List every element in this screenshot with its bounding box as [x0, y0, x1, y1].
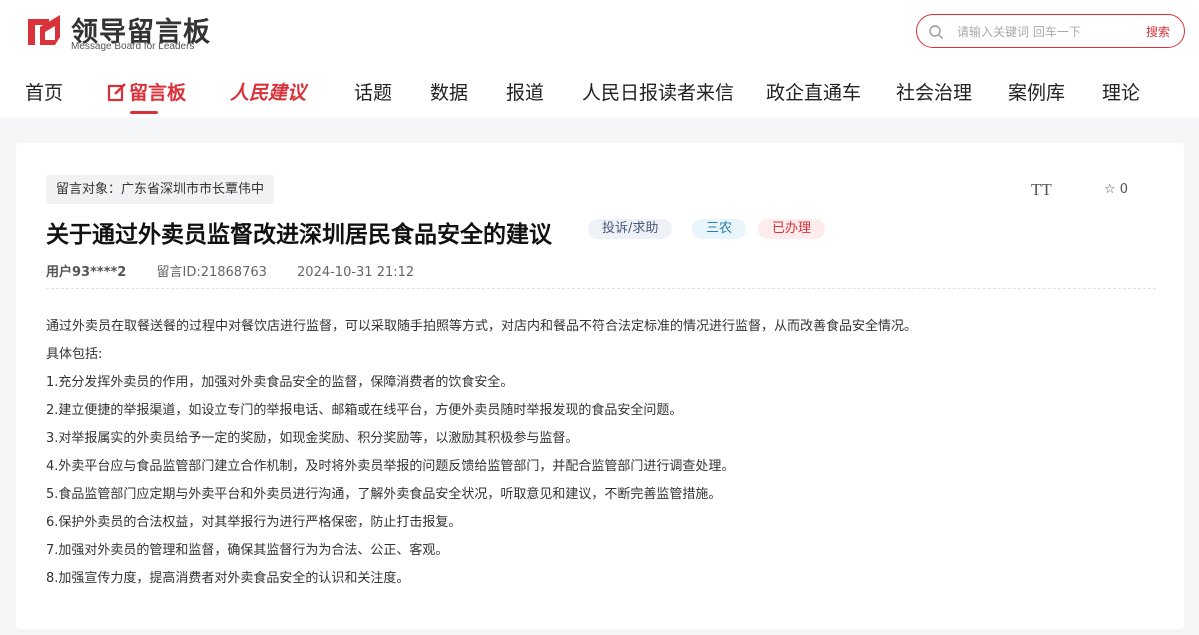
nav-item-home[interactable]: 首页	[25, 78, 63, 105]
status-badge: 已办理	[758, 219, 826, 239]
nav-item-case-library[interactable]: 案例库	[1008, 78, 1065, 105]
content-paragraph: 1.充分发挥外卖员的作用，加强对外卖食品安全的监督，保障消费者的饮食安全。	[46, 375, 514, 390]
nav-item-enterprise[interactable]: 政企直通车	[766, 78, 861, 105]
site-header: 领导留言板 Message Board for Leaders 搜索 首页 留言…	[0, 0, 1199, 118]
favorite-button[interactable]: ☆ 0	[1104, 182, 1128, 197]
content-paragraph: 7.加强对外卖员的管理和监督，确保其监督行为为合法、公正、客观。	[46, 543, 449, 558]
favorite-count: 0	[1119, 182, 1129, 197]
message-date: 2024-10-31 21:12	[297, 265, 415, 280]
main-nav: 首页 留言板 人民建议 话题 数据 报道 人民日报读者来信 政企直通车 社会治理…	[0, 78, 1199, 118]
logo-mark-icon	[28, 15, 60, 45]
search-input[interactable]	[955, 21, 1134, 43]
message-title: 关于通过外卖员监督改进深圳居民食品安全的建议	[46, 222, 552, 248]
content-paragraph: 通过外卖员在取餐送餐的过程中对餐饮店进行监督，可以采取随手拍照等方式，对店内和餐…	[46, 319, 918, 334]
content-paragraph: 3.对举报属实的外卖员给予一定的奖励，如现金奖励、积分奖励等，以激励其积极参与监…	[46, 431, 579, 446]
message-user: 用户93****2	[46, 265, 127, 280]
logo-subtitle: Message Board for Leaders	[71, 41, 195, 52]
font-size-icon[interactable]: TT	[1031, 180, 1052, 200]
edit-icon	[107, 83, 126, 102]
nav-item-theory[interactable]: 理论	[1102, 78, 1140, 105]
content-paragraph: 具体包括:	[46, 347, 103, 362]
nav-item-data[interactable]: 数据	[430, 78, 468, 105]
content-paragraph: 5.食品监管部门应定期与外卖平台和外卖员进行沟通，了解外卖食品安全状况，听取意见…	[46, 487, 722, 502]
star-icon: ☆	[1104, 182, 1116, 197]
nav-item-label: 留言板	[129, 82, 187, 104]
tag-category[interactable]: 投诉/求助	[588, 219, 673, 239]
search-icon	[929, 25, 943, 39]
content-paragraph: 8.加强宣传力度，提高消费者对外卖食品安全的认识和关注度。	[46, 571, 410, 586]
message-card: 留言对象：广东省深圳市市长覃伟中 TT ☆ 0 关于通过外卖员监督改进深圳居民食…	[16, 143, 1184, 629]
nav-item-message-board[interactable]: 留言板	[107, 78, 186, 105]
content-paragraph: 4.外卖平台应与食品监管部门建立合作机制，及时将外卖员举报的问题反馈给监管部门，…	[46, 459, 735, 474]
nav-item-social-governance[interactable]: 社会治理	[896, 78, 972, 105]
content-paragraph: 6.保护外卖员的合法权益，对其举报行为进行严格保密，防止打击报复。	[46, 515, 462, 530]
nav-item-reports[interactable]: 报道	[506, 78, 544, 105]
search-box: 搜索	[916, 14, 1185, 48]
content-paragraph: 2.建立便捷的举报渠道，如设立专门的举报电话、邮箱或在线平台，方便外卖员随时举报…	[46, 403, 683, 418]
search-button[interactable]: 搜索	[1146, 23, 1170, 40]
nav-active-indicator	[130, 111, 158, 114]
site-logo[interactable]: 领导留言板 Message Board for Leaders	[25, 12, 225, 54]
message-target: 留言对象：广东省深圳市市长覃伟中	[46, 175, 275, 204]
divider	[46, 288, 1156, 289]
message-meta: 用户93****2 留言ID:21868763 2024-10-31 21:12	[46, 261, 440, 280]
nav-item-people-suggestion[interactable]: 人民建议	[230, 78, 306, 105]
message-id: 留言ID:21868763	[156, 265, 267, 280]
tag-domain[interactable]: 三农	[692, 219, 747, 239]
nav-item-topics[interactable]: 话题	[354, 78, 392, 105]
nav-item-reader-letters[interactable]: 人民日报读者来信	[582, 78, 734, 105]
message-content: 通过外卖员在取餐送餐的过程中对餐饮店进行监督，可以采取随手拍照等方式，对店内和餐…	[46, 313, 1156, 593]
